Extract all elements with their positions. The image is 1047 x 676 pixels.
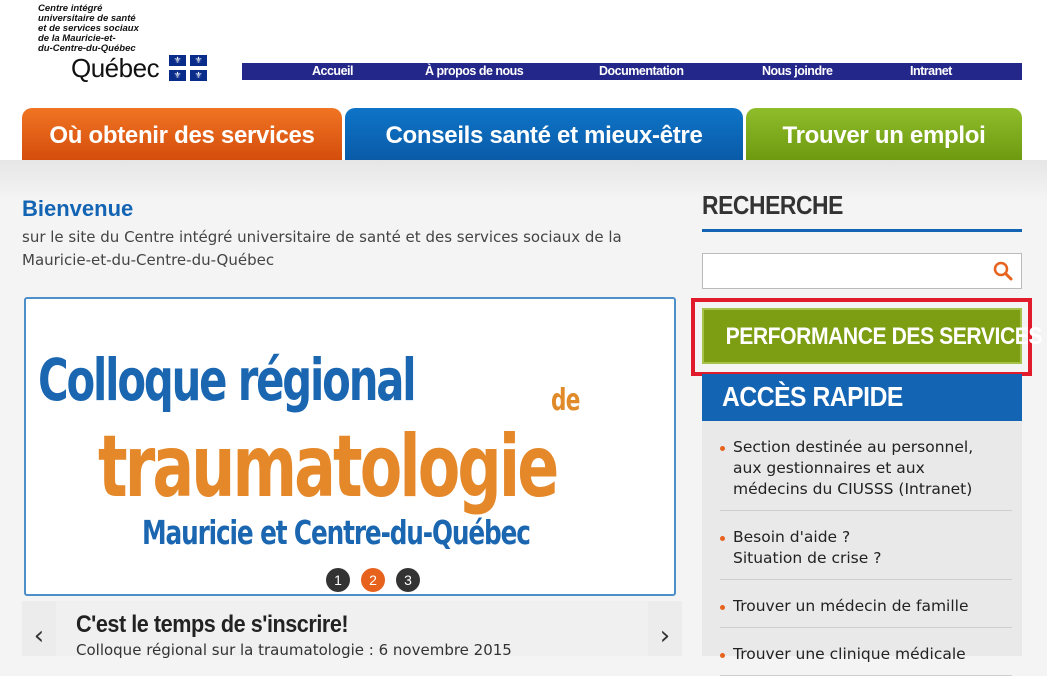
list-item-text: Section destinée au personnel, <box>733 438 974 456</box>
caption-content[interactable]: C'est le temps de s'inscrire! Colloque r… <box>56 601 648 659</box>
search-icon[interactable] <box>993 261 1013 281</box>
quick-access-item-intranet[interactable]: Section destinée au personnel, aux gesti… <box>720 421 1012 511</box>
slide-headline-line3: Mauricie et Centre-du-Québec <box>142 513 531 552</box>
welcome-title: Bienvenue <box>22 196 134 221</box>
slide-dot-1[interactable]: 1 <box>326 568 350 592</box>
list-item-text: aux gestionnaires et aux <box>733 459 925 477</box>
tab-services[interactable]: Où obtenir des services <box>22 108 342 160</box>
nav-link-nous-joindre[interactable]: Nous joindre <box>762 64 833 78</box>
fleur-de-lis-icon: ⚜ <box>194 70 203 80</box>
slideshow[interactable]: Colloque régional de traumatologie Mauri… <box>24 297 676 596</box>
top-navigation: Accueil À propos de nous Documentation N… <box>242 63 1022 80</box>
nav-link-a-propos[interactable]: À propos de nous <box>425 64 524 78</box>
fleur-de-lis-icon: ⚜ <box>173 70 182 80</box>
performance-services-label: PERFORMANCE DES SERVICES <box>725 323 1043 350</box>
list-item-text: Trouver une clinique médicale <box>733 645 966 663</box>
search-title-underline <box>702 229 1022 232</box>
search-input[interactable] <box>702 253 1022 289</box>
header-shadow <box>0 160 1047 200</box>
slide-headline-line1: Colloque régional <box>38 346 417 414</box>
quick-access-list: Section destinée au personnel, aux gesti… <box>702 421 1022 676</box>
list-item-text: Besoin d'aide ? <box>733 528 851 546</box>
caption-title: C'est le temps de s'inscrire! <box>76 611 349 638</box>
performance-services-button[interactable]: PERFORMANCE DES SERVICES <box>702 308 1042 364</box>
chevron-right-icon[interactable]: › <box>648 601 682 656</box>
quick-access-item-aide[interactable]: Besoin d'aide ? Situation de crise ? <box>720 511 1012 580</box>
fleur-de-lis-icon: ⚜ <box>173 55 182 65</box>
tab-emploi[interactable]: Trouver un emploi <box>746 108 1022 160</box>
slide-headline-line2: traumatologie <box>98 417 559 517</box>
fleur-de-lis-icon: ⚜ <box>194 55 203 65</box>
chevron-left-icon[interactable]: ‹ <box>22 601 56 656</box>
quebec-wordmark[interactable]: Québec <box>71 53 160 83</box>
nav-link-accueil[interactable]: Accueil <box>312 64 353 78</box>
slide-pagination: 1 2 3 <box>326 568 420 592</box>
slide-dot-2[interactable]: 2 <box>361 568 385 592</box>
quick-access-title-text: ACCÈS RAPIDE <box>722 381 903 412</box>
tab-conseils-sante[interactable]: Conseils santé et mieux-être <box>345 108 743 160</box>
list-item-text: Trouver un médecin de famille <box>733 597 969 615</box>
slide-caption: ‹ C'est le temps de s'inscrire! Colloque… <box>22 601 682 659</box>
slide-headline-de: de <box>551 383 580 418</box>
quick-access-item-medecin[interactable]: Trouver un médecin de famille <box>720 580 1012 628</box>
org-name: Centre intégré universitaire de santé et… <box>38 4 178 54</box>
quebec-flag-icon: ⚜ ⚜ ⚜ ⚜ <box>169 55 207 81</box>
search-title: RECHERCHE <box>702 190 843 220</box>
quick-access-title: ACCÈS RAPIDE <box>702 374 1022 421</box>
slide-dot-3[interactable]: 3 <box>396 568 420 592</box>
caption-subtitle: Colloque régional sur la traumatologie :… <box>76 641 512 659</box>
nav-link-intranet[interactable]: Intranet <box>910 64 952 78</box>
welcome-subtitle: sur le site du Centre intégré universita… <box>22 228 622 269</box>
list-item-text: médecins du CIUSSS (Intranet) <box>733 480 973 498</box>
list-item-text: Situation de crise ? <box>733 549 882 567</box>
quick-access-item-clinique[interactable]: Trouver une clinique médicale <box>720 628 1012 676</box>
nav-link-documentation[interactable]: Documentation <box>599 64 684 78</box>
